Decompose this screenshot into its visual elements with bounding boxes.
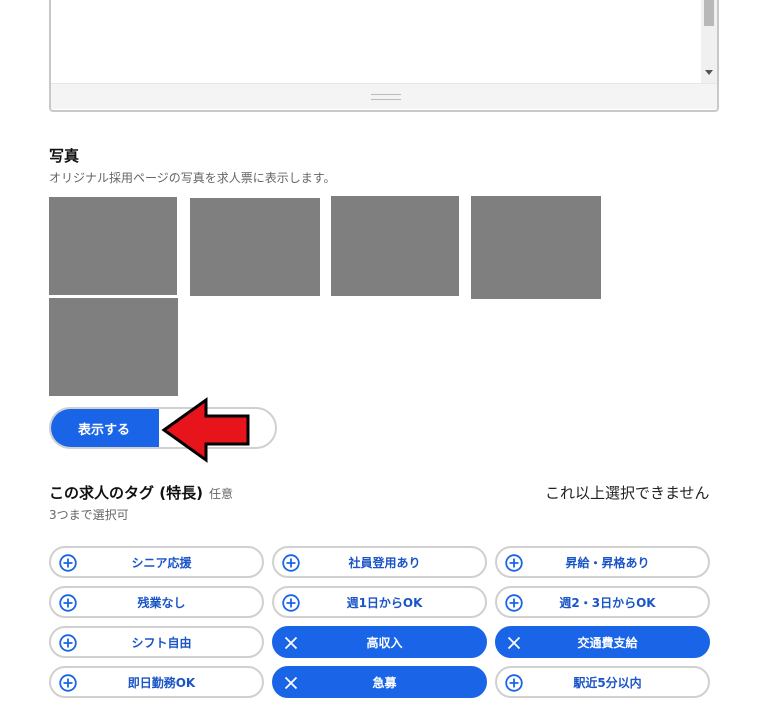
tag-chip-label: 週1日からOK — [346, 595, 423, 610]
tag-chip[interactable]: 交通費支給 — [495, 626, 710, 658]
tags-hint: 3つまで選択可 — [49, 508, 129, 522]
tags-title-row: この求人のタグ (特長) 任意 — [49, 482, 233, 503]
tag-chip[interactable]: 週2・3日からOK — [495, 586, 710, 618]
tag-chip-label: シニア応援 — [131, 555, 192, 570]
photo-thumbnail[interactable] — [471, 196, 601, 299]
tag-chip-label: 交通費支給 — [577, 635, 638, 650]
tag-chip-label: 高収入 — [366, 635, 403, 650]
add-circle-icon — [282, 594, 300, 612]
textarea-scrollbar[interactable] — [701, 0, 717, 83]
display-on-button[interactable]: 表示する — [51, 409, 159, 447]
resize-grip-icon[interactable] — [371, 94, 401, 100]
add-circle-icon — [59, 634, 77, 652]
tag-chip[interactable]: シフト自由 — [49, 626, 264, 658]
add-circle-icon — [505, 554, 523, 572]
tag-chip-label: シフト自由 — [131, 635, 192, 650]
add-circle-icon — [505, 594, 523, 612]
description-textarea[interactable] — [49, 0, 719, 112]
tag-chip[interactable]: 高収入 — [272, 626, 487, 658]
photo-thumbnail[interactable] — [331, 196, 459, 296]
remove-icon — [282, 634, 300, 652]
photos-title: 写真 — [49, 147, 80, 165]
tag-chip-label: 急募 — [372, 675, 397, 690]
tag-chip[interactable]: 駅近5分以内 — [495, 666, 710, 698]
remove-icon — [282, 674, 300, 692]
add-circle-icon — [59, 594, 77, 612]
remove-icon — [505, 634, 523, 652]
tag-chip[interactable]: 即日勤務OK — [49, 666, 264, 698]
photo-thumbnail[interactable] — [49, 298, 178, 396]
tag-chip-label: 社員登用あり — [348, 555, 421, 570]
add-circle-icon — [505, 674, 523, 692]
add-circle-icon — [282, 554, 300, 572]
photos-description: オリジナル採用ページの写真を求人票に表示します。 — [49, 171, 336, 185]
add-circle-icon — [59, 674, 77, 692]
textarea-content[interactable] — [51, 0, 705, 83]
annotation-arrow-icon — [161, 397, 250, 463]
tag-limit-message: これ以上選択できません — [545, 484, 710, 502]
tag-chip-label: 即日勤務OK — [127, 675, 196, 690]
tag-chip-label: 駅近5分以内 — [573, 675, 642, 690]
add-circle-icon — [59, 554, 77, 572]
tag-chip-label: 週2・3日からOK — [559, 595, 656, 610]
scroll-down-arrow-icon[interactable] — [705, 70, 713, 75]
tag-chip[interactable]: 社員登用あり — [272, 546, 487, 578]
tag-chip[interactable]: 昇給・昇格あり — [495, 546, 710, 578]
optional-badge: 任意 — [208, 487, 233, 501]
tag-chip[interactable]: 残業なし — [49, 586, 264, 618]
tags-title: この求人のタグ (特長) — [49, 484, 203, 502]
textarea-resize-bar[interactable] — [51, 83, 717, 109]
scrollbar-thumb[interactable] — [704, 0, 714, 26]
tag-chip[interactable]: 週1日からOK — [272, 586, 487, 618]
tag-chip-label: 残業なし — [137, 595, 186, 610]
photo-thumbnail[interactable] — [49, 197, 177, 295]
tag-chip-label: 昇給・昇格あり — [565, 555, 650, 570]
photo-thumbnail[interactable] — [190, 198, 320, 296]
tag-chip[interactable]: シニア応援 — [49, 546, 264, 578]
tag-chip[interactable]: 急募 — [272, 666, 487, 698]
